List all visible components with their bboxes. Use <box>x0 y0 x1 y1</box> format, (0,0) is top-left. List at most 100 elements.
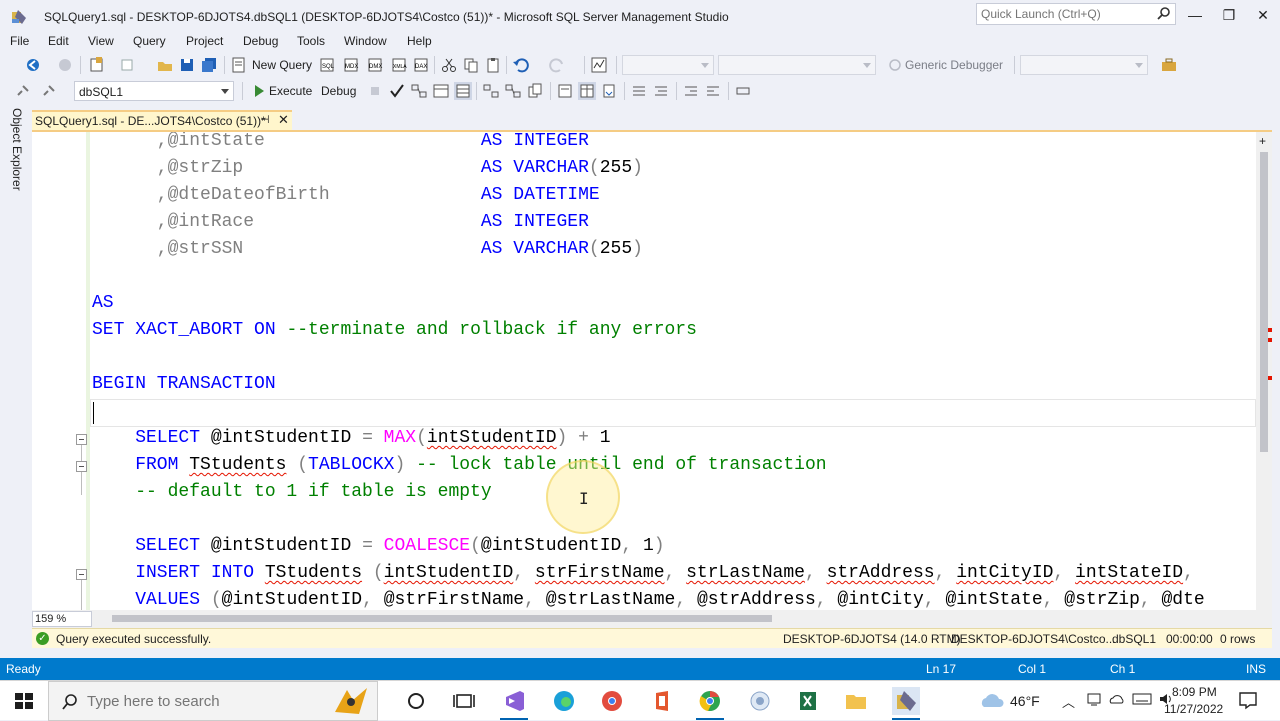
generic-debugger-button[interactable]: Generic Debugger <box>905 58 1003 72</box>
menu-help[interactable]: Help <box>407 34 432 48</box>
query-designer-icon[interactable] <box>432 82 450 100</box>
vertical-scroll-thumb[interactable] <box>1260 152 1268 452</box>
excel-icon[interactable] <box>794 687 822 715</box>
increase-indent-icon[interactable] <box>704 82 722 100</box>
debug-target-dropdown[interactable] <box>1020 55 1148 75</box>
db-engine-query-icon[interactable]: SQL <box>318 56 336 74</box>
results-to-text-icon[interactable] <box>556 82 574 100</box>
clock-date[interactable]: 11/27/2022 <box>1164 702 1223 716</box>
debug-button[interactable]: Debug <box>321 84 356 98</box>
cancel-query-icon[interactable] <box>366 82 384 100</box>
results-to-file-icon[interactable] <box>600 82 618 100</box>
menu-query[interactable]: Query <box>133 34 166 48</box>
recorder-icon[interactable] <box>746 687 774 715</box>
results-grid-icon[interactable] <box>578 82 596 100</box>
restore-button[interactable]: ❐ <box>1212 4 1246 26</box>
client-stats-icon[interactable] <box>526 82 544 100</box>
code-line[interactable]: -- default to 1 if table is empty <box>92 479 491 506</box>
code-line[interactable]: ,@intState AS INTEGER <box>92 132 589 155</box>
windows-start-icon[interactable] <box>10 687 38 715</box>
estimated-plan-icon[interactable] <box>410 82 428 100</box>
solution-platform-dropdown[interactable] <box>718 55 876 75</box>
visual-studio-icon[interactable] <box>500 687 528 715</box>
minimize-button[interactable]: — <box>1178 4 1212 26</box>
new-project-icon[interactable] <box>88 56 106 74</box>
clock-time[interactable]: 8:09 PM <box>1172 685 1217 699</box>
available-databases-dropdown[interactable]: dbSQL1 <box>74 81 234 101</box>
tab-sqlquery1[interactable]: SQLQuery1.sql - DE...JOTS4\Costco (51))*… <box>32 110 292 130</box>
dmx-query-icon[interactable]: DMX <box>366 56 384 74</box>
connect-icon[interactable] <box>14 82 32 100</box>
cortana-icon[interactable] <box>402 687 430 715</box>
undo-icon[interactable] <box>512 56 530 74</box>
redo-icon[interactable] <box>548 56 566 74</box>
editor-horizontal-scrollbar[interactable]: 159 % <box>32 610 1272 628</box>
paste-icon[interactable] <box>484 56 502 74</box>
code-line[interactable]: AS <box>92 290 114 317</box>
menu-debug[interactable]: Debug <box>243 34 278 48</box>
menu-file[interactable]: File <box>10 34 29 48</box>
live-stats-icon[interactable] <box>504 82 522 100</box>
open-file-icon[interactable] <box>156 56 174 74</box>
tray-overflow-icon[interactable]: ︿ <box>1062 692 1075 711</box>
cut-icon[interactable] <box>440 56 458 74</box>
code-line[interactable]: ,@dteDateofBirth AS DATETIME <box>92 182 600 209</box>
back-icon[interactable] <box>24 56 42 74</box>
collapse-from-icon[interactable] <box>76 461 87 472</box>
object-explorer-tab[interactable]: Object Explorer <box>6 106 26 196</box>
include-plan-icon[interactable] <box>482 82 500 100</box>
zoom-dropdown[interactable]: 159 % <box>32 611 92 627</box>
weather-cloud-icon[interactable] <box>978 691 1006 714</box>
collapse-insert-icon[interactable] <box>76 569 87 580</box>
quick-launch-input[interactable] <box>981 7 1151 21</box>
task-view-icon[interactable] <box>450 687 478 715</box>
edge-browser-icon[interactable] <box>550 687 578 715</box>
code-line[interactable]: ,@intRace AS INTEGER <box>92 209 589 236</box>
parse-icon[interactable] <box>388 82 406 100</box>
pin-tab-icon[interactable]: ⊣ <box>260 113 270 126</box>
temperature[interactable]: 46°F <box>1010 693 1040 709</box>
results-to-grid-icon[interactable] <box>454 82 472 100</box>
notifications-icon[interactable] <box>1238 690 1258 713</box>
comment-lines-icon[interactable] <box>630 82 648 100</box>
save-icon[interactable] <box>178 56 196 74</box>
debugger-icon[interactable] <box>886 56 904 74</box>
code-line[interactable]: INSERT INTO TStudents (intStudentID, str… <box>92 560 1194 587</box>
new-query-icon[interactable] <box>230 56 248 74</box>
add-item-icon[interactable] <box>118 56 136 74</box>
search-icon[interactable] <box>1157 6 1171 23</box>
execute-icon[interactable] <box>250 82 268 100</box>
chrome-alt-icon[interactable] <box>598 687 626 715</box>
file-explorer-icon[interactable] <box>842 687 870 715</box>
forward-icon[interactable] <box>56 56 74 74</box>
quick-launch[interactable] <box>976 3 1176 25</box>
uncomment-lines-icon[interactable] <box>652 82 670 100</box>
menu-view[interactable]: View <box>88 34 114 48</box>
code-line[interactable]: ,@strSSN AS VARCHAR(255) <box>92 236 643 263</box>
code-line[interactable]: SET XACT_ABORT ON --terminate and rollba… <box>92 317 697 344</box>
save-all-icon[interactable] <box>200 56 218 74</box>
dax-query-icon[interactable]: DAX <box>412 56 430 74</box>
copy-icon[interactable] <box>462 56 480 74</box>
close-tab-icon[interactable]: ✕ <box>278 112 289 128</box>
code-line[interactable]: BEGIN TRANSACTION <box>92 371 276 398</box>
menu-window[interactable]: Window <box>344 34 387 48</box>
horizontal-scroll-thumb[interactable] <box>112 615 772 622</box>
code-line[interactable]: FROM TStudents (TABLOCKX) -- lock table … <box>92 452 826 479</box>
split-editor-icon[interactable]: + <box>1259 134 1266 148</box>
solution-config-dropdown[interactable] <box>622 55 714 75</box>
mdx-query-icon[interactable]: MDX <box>342 56 360 74</box>
execute-button[interactable]: Execute <box>269 84 312 98</box>
change-connection-icon[interactable] <box>40 82 58 100</box>
menu-project[interactable]: Project <box>186 34 223 48</box>
code-line[interactable]: ,@strZip AS VARCHAR(255) <box>92 155 643 182</box>
new-query-button[interactable]: New Query <box>252 58 312 72</box>
taskbar-search[interactable] <box>48 681 378 721</box>
specify-template-values-icon[interactable] <box>734 82 752 100</box>
editor-vertical-scrollbar[interactable]: + <box>1256 132 1272 610</box>
chrome-icon[interactable] <box>696 687 724 715</box>
menu-tools[interactable]: Tools <box>297 34 325 48</box>
code-line[interactable]: VALUES (@intStudentID, @strFirstName, @s… <box>92 587 1205 610</box>
code-line[interactable]: SELECT @intStudentID = COALESCE(@intStud… <box>92 533 664 560</box>
activity-monitor-icon[interactable] <box>590 56 608 74</box>
